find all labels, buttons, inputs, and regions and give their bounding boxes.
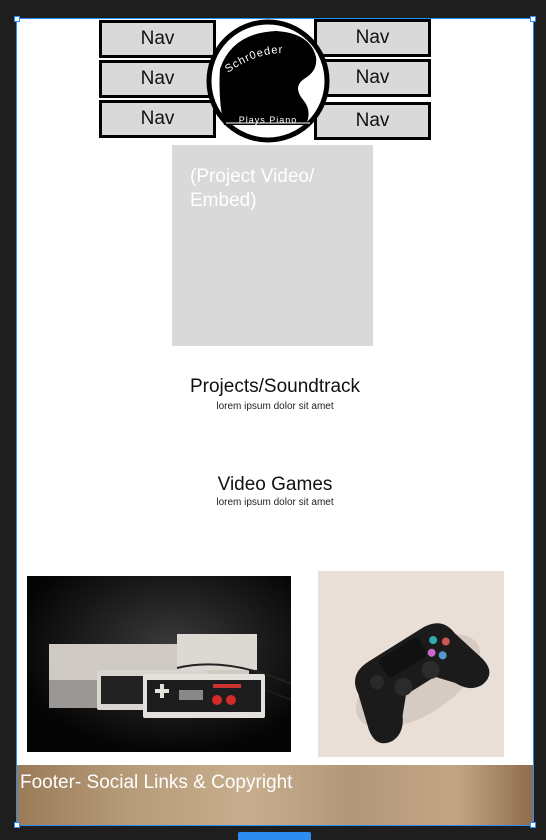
section-subtitle-video-games: lorem ipsum dolor sit amet (216, 497, 334, 508)
frame-size-badge (238, 832, 311, 840)
selection-handle-top-left[interactable] (14, 16, 20, 22)
section-subtitle-projects: lorem ipsum dolor sit amet (216, 401, 334, 412)
section-title-projects: Projects/Soundtrack (189, 376, 361, 397)
footer-text: Footer- Social Links & Copyright (20, 772, 293, 793)
page-frame[interactable]: Nav Nav Nav Nav Nav Nav Schr0eder Plays … (16, 18, 534, 826)
logo-bottom-text: Plays Piano (239, 115, 298, 125)
footer: Footer- Social Links & Copyright (17, 765, 533, 825)
retro-console-image (27, 576, 291, 752)
gamepad-photo (318, 571, 504, 757)
nav-button-right-3[interactable]: Nav (314, 102, 431, 140)
site-logo[interactable]: Schr0eder Plays Piano (206, 19, 330, 143)
nav-button-left-3[interactable]: Nav (99, 100, 216, 138)
gamepad-image (318, 571, 504, 757)
nav-button-left-2[interactable]: Nav (99, 60, 216, 98)
selection-handle-bottom-left[interactable] (14, 822, 20, 828)
selection-handle-bottom-right[interactable] (530, 822, 536, 828)
video-placeholder-text: (Project Video/ Embed) (190, 166, 315, 211)
selection-handle-top-right[interactable] (530, 16, 536, 22)
project-video-embed[interactable]: (Project Video/ Embed) (172, 145, 373, 346)
piano-logo-icon: Schr0eder Plays Piano (206, 19, 330, 143)
nav-button-left-1[interactable]: Nav (99, 20, 216, 58)
section-title-video-games: Video Games (217, 474, 333, 495)
retro-console-photo (27, 576, 291, 752)
nav-button-right-1[interactable]: Nav (314, 19, 431, 57)
nav-button-right-2[interactable]: Nav (314, 59, 431, 97)
